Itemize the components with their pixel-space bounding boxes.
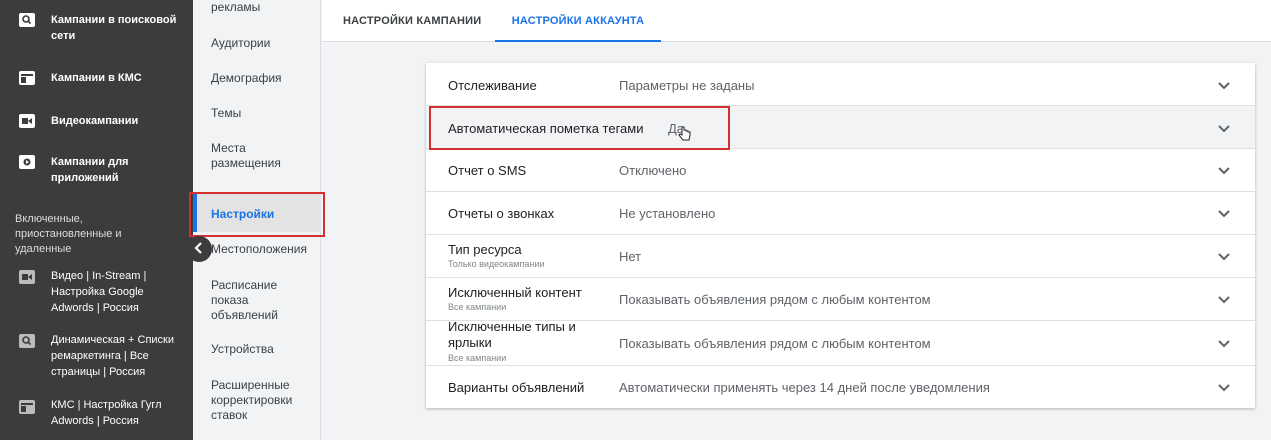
nav-item-audiences[interactable]: Аудитории	[211, 36, 311, 51]
setting-value: Отключено	[619, 163, 687, 178]
nav-item-ads[interactable]: рекламы	[211, 0, 311, 15]
chevron-down-icon	[1218, 253, 1230, 261]
setting-label: Отслеживание	[448, 78, 537, 93]
setting-value: Показывать объявления рядом с любым конт…	[619, 292, 931, 307]
sidebar-campaign-item[interactable]: Динамическая + Списки ремаркетинга | Все…	[0, 332, 193, 380]
setting-value: Нет	[619, 249, 642, 264]
setting-row-inventory-type[interactable]: Тип ресурса Только видеокампании Нет	[426, 235, 1255, 278]
nav-item-devices[interactable]: Устройства	[211, 342, 311, 357]
chevron-left-icon	[194, 241, 204, 257]
sidebar-item-video-campaigns[interactable]: Видеокампании	[0, 113, 193, 133]
display-icon	[18, 71, 36, 85]
sidebar-campaign-item[interactable]: КМС | Настройка Гугл Adwords | Россия	[0, 397, 193, 429]
setting-sublabel: Только видеокампании	[448, 259, 545, 269]
auto-tagging-highlight-box	[429, 106, 730, 150]
setting-label: Отчет о SMS	[448, 163, 527, 178]
setting-row-sms-report[interactable]: Отчет о SMS Отключено	[426, 149, 1255, 192]
search-icon	[18, 334, 36, 348]
nav-item-ad-schedule[interactable]: Расписание показа объявлений	[211, 278, 311, 323]
setting-row-excluded-content[interactable]: Исключенный контент Все кампании Показыв…	[426, 278, 1255, 321]
sidebar-item-label: Кампании для приложений	[51, 156, 129, 184]
chevron-down-icon	[1218, 296, 1230, 304]
sidebar-item-display-campaigns[interactable]: Кампании в КМС	[0, 70, 193, 90]
collapse-sidebar-button[interactable]	[186, 236, 212, 262]
setting-sublabel: Все кампании	[448, 353, 507, 363]
chevron-down-icon	[1218, 210, 1230, 218]
nav-item-placements[interactable]: Места размещения	[211, 141, 311, 171]
nav-item-topics[interactable]: Темы	[211, 106, 311, 121]
sidebar-item-label: Кампании в КМС	[51, 72, 142, 84]
setting-label: Отчеты о звонках	[448, 206, 555, 221]
setting-value: Не установлено	[619, 206, 716, 221]
display-icon	[18, 400, 36, 414]
video-icon	[18, 270, 36, 284]
chevron-down-icon	[1218, 384, 1230, 392]
setting-row-call-reports[interactable]: Отчеты о звонках Не установлено	[426, 192, 1255, 235]
sidebar-campaign-label: Динамическая + Списки ремаркетинга | Все…	[51, 334, 175, 378]
setting-label: Варианты объявлений	[448, 380, 585, 395]
sidebar-item-label: Кампании в поисковой сети	[51, 14, 177, 42]
setting-label: Исключенный контент	[448, 285, 582, 300]
setting-label: Исключенные типы и ярлыки	[448, 319, 576, 350]
sidebar-campaign-label: КМС | Настройка Гугл Adwords | Россия	[51, 399, 162, 427]
setting-value: Показывать объявления рядом с любым конт…	[619, 336, 931, 351]
nav-item-locations[interactable]: Местоположения	[211, 242, 311, 257]
sidebar-campaign-label: Видео | In-Stream | Настройка Google Adw…	[51, 270, 147, 314]
settings-highlight-box	[189, 192, 325, 237]
chevron-down-icon	[1218, 340, 1230, 348]
campaign-sidebar: Кампании в поисковой сети Кампании в КМС…	[0, 0, 193, 440]
tab-account-settings[interactable]: НАСТРОЙКИ АККАУНТА	[495, 0, 661, 42]
chevron-down-icon	[1218, 82, 1230, 90]
chevron-down-icon	[1218, 125, 1230, 133]
chevron-down-icon	[1218, 167, 1230, 175]
search-icon	[18, 13, 36, 27]
setting-row-excluded-types-labels[interactable]: Исключенные типы и ярлыки Все кампании П…	[426, 319, 1255, 366]
nav-item-demographics[interactable]: Демография	[211, 71, 311, 86]
setting-sublabel: Все кампании	[448, 302, 507, 312]
tab-campaign-settings[interactable]: НАСТРОЙКИ КАМПАНИИ	[343, 0, 493, 42]
setting-label: Тип ресурса	[448, 242, 522, 257]
app-icon	[18, 155, 36, 169]
sidebar-item-search-campaigns[interactable]: Кампании в поисковой сети	[0, 12, 193, 48]
nav-item-advanced-bid-adjustments[interactable]: Расширенные корректировки ставок	[211, 378, 311, 423]
settings-tabs: НАСТРОЙКИ КАМПАНИИ НАСТРОЙКИ АККАУНТА	[322, 0, 1271, 42]
setting-value: Параметры не заданы	[619, 78, 755, 93]
video-icon	[18, 114, 36, 128]
sidebar-item-label: Видеокампании	[51, 115, 139, 127]
setting-row-tracking[interactable]: Отслеживание Параметры не заданы	[426, 63, 1255, 106]
setting-row-ad-variations[interactable]: Варианты объявлений Автоматически примен…	[426, 366, 1255, 408]
sidebar-item-app-campaigns[interactable]: Кампании для приложений	[0, 154, 193, 190]
setting-value: Автоматически применять через 14 дней по…	[619, 380, 990, 395]
sidebar-campaign-item[interactable]: Видео | In-Stream | Настройка Google Adw…	[0, 268, 193, 316]
campaign-status-section-label: Включенные, приостановленные и удаленные	[15, 213, 122, 255]
